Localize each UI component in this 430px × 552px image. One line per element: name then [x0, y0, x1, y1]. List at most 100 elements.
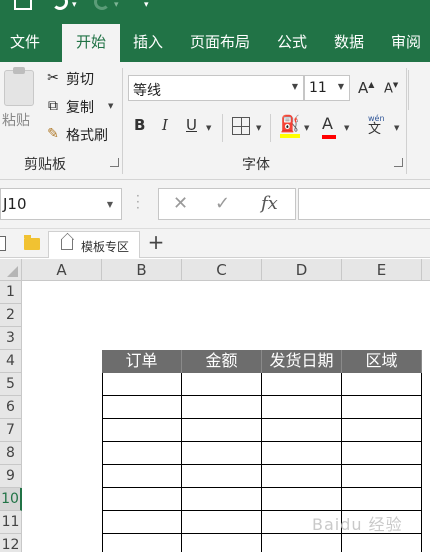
table-header-cell[interactable]: 区域	[342, 350, 422, 373]
table-cell[interactable]	[342, 488, 422, 511]
column-header-d[interactable]: D	[262, 259, 342, 281]
phonetic-dropdown-icon[interactable]: ▼	[394, 124, 399, 132]
row-header-6[interactable]: 6	[0, 396, 22, 419]
save-icon[interactable]	[14, 0, 32, 10]
tab-formulas[interactable]: 公式	[266, 24, 318, 62]
chevron-down-icon[interactable]: ▼	[107, 200, 113, 209]
folder-icon[interactable]	[24, 235, 40, 250]
table-cell[interactable]	[182, 488, 262, 511]
tab-file[interactable]: 文件	[0, 24, 50, 62]
row-header-3[interactable]: 3	[0, 327, 22, 350]
formula-input[interactable]	[298, 188, 430, 220]
table-cell[interactable]	[262, 488, 342, 511]
table-cell[interactable]	[182, 465, 262, 488]
underline-button[interactable]: U	[186, 116, 197, 138]
select-all-button[interactable]	[0, 259, 22, 281]
table-cell[interactable]	[182, 442, 262, 465]
table-cell[interactable]	[342, 442, 422, 465]
table-cell[interactable]	[102, 465, 182, 488]
undo-icon[interactable]	[52, 0, 68, 10]
table-cell[interactable]	[182, 534, 262, 552]
table-cell[interactable]	[262, 465, 342, 488]
paste-icon[interactable]	[4, 67, 34, 106]
row-header-5[interactable]: 5	[0, 373, 22, 396]
borders-dropdown-icon[interactable]: ▼	[256, 124, 261, 132]
table-header-cell[interactable]: 金额	[182, 350, 262, 373]
table-cell[interactable]	[342, 396, 422, 419]
table-cell[interactable]	[102, 442, 182, 465]
undo-dropdown-icon[interactable]: ▾	[72, 0, 77, 12]
drag-handle-icon[interactable]: · · ·	[136, 190, 140, 214]
tab-page-layout[interactable]: 页面布局	[180, 24, 260, 62]
file-icon[interactable]	[0, 236, 6, 251]
table-cell[interactable]	[342, 534, 422, 552]
table-cell[interactable]	[182, 419, 262, 442]
font-launcher-icon[interactable]	[394, 158, 403, 167]
table-cell[interactable]	[102, 396, 182, 419]
font-name-select[interactable]: 等线 ▼	[128, 75, 304, 101]
column-header-b[interactable]: B	[102, 259, 182, 281]
table-header-cell[interactable]: 发货日期	[262, 350, 342, 373]
redo-icon[interactable]	[94, 0, 110, 10]
table-cell[interactable]	[102, 373, 182, 396]
table-cell[interactable]	[102, 419, 182, 442]
row-header-10[interactable]: 10	[0, 488, 22, 511]
table-cell[interactable]	[262, 534, 342, 552]
table-cell[interactable]	[102, 511, 182, 534]
tab-template-zone[interactable]: 模板专区	[48, 231, 140, 258]
customize-toolbar-icon[interactable]: ▾	[144, 0, 149, 12]
row-header-9[interactable]: 9	[0, 465, 22, 488]
row-header-1[interactable]: 1	[0, 281, 22, 304]
font-name-value: 等线	[133, 83, 161, 99]
fill-color-button[interactable]: ⛽	[280, 114, 300, 138]
redo-dropdown-icon[interactable]: ▾	[114, 0, 119, 12]
clipboard-launcher-icon[interactable]	[110, 158, 119, 167]
table-cell[interactable]	[102, 534, 182, 552]
grow-font-button[interactable]: A▲	[358, 79, 374, 101]
confirm-icon[interactable]: ✓	[215, 193, 230, 214]
copy-dropdown-icon[interactable]: ▼	[108, 102, 113, 110]
bold-button[interactable]: B	[134, 116, 145, 138]
row-header-11[interactable]: 11	[0, 511, 22, 534]
table-cell[interactable]	[342, 465, 422, 488]
table-cell[interactable]	[342, 373, 422, 396]
underline-dropdown-icon[interactable]: ▼	[206, 124, 211, 132]
column-header-overflow[interactable]	[422, 259, 430, 281]
column-header-e[interactable]: E	[342, 259, 422, 281]
tab-review[interactable]: 审阅	[380, 24, 430, 62]
font-color-dropdown-icon[interactable]: ▼	[344, 124, 349, 132]
table-cell[interactable]	[262, 419, 342, 442]
table-cell[interactable]	[262, 373, 342, 396]
phonetic-button[interactable]: wén 文	[368, 114, 390, 137]
new-tab-button[interactable]: +	[144, 231, 168, 255]
italic-button[interactable]: I	[162, 116, 168, 138]
table-cell[interactable]	[342, 419, 422, 442]
table-cell[interactable]	[182, 396, 262, 419]
table-header-cell[interactable]: 订单	[102, 350, 182, 373]
column-header-a[interactable]: A	[22, 259, 102, 281]
format-painter-icon: ✎	[47, 126, 59, 142]
row-header-8[interactable]: 8	[0, 442, 22, 465]
tab-data[interactable]: 数据	[322, 24, 376, 62]
table-cell[interactable]	[262, 442, 342, 465]
fill-color-dropdown-icon[interactable]: ▼	[304, 124, 309, 132]
tab-insert[interactable]: 插入	[122, 24, 174, 62]
column-header-c[interactable]: C	[182, 259, 262, 281]
name-box[interactable]: J10 ▼	[0, 188, 122, 220]
table-cell[interactable]	[182, 511, 262, 534]
row-header-12[interactable]: 12	[0, 534, 22, 552]
row-header-4[interactable]: 4	[0, 350, 22, 373]
paste-button-label[interactable]: 粘贴	[2, 110, 30, 130]
font-color-button[interactable]: A	[322, 114, 336, 139]
row-header-2[interactable]: 2	[0, 304, 22, 327]
table-cell[interactable]	[262, 396, 342, 419]
font-size-select[interactable]: 11 ▼	[304, 75, 350, 101]
row-header-7[interactable]: 7	[0, 419, 22, 442]
tab-home[interactable]: 开始	[62, 24, 120, 62]
shrink-font-button[interactable]: A▼	[384, 81, 398, 103]
table-cell[interactable]	[182, 373, 262, 396]
cancel-icon[interactable]: ✕	[173, 193, 188, 214]
insert-function-button[interactable]: fx	[261, 193, 278, 214]
borders-button[interactable]	[232, 117, 250, 135]
table-cell[interactable]	[102, 488, 182, 511]
